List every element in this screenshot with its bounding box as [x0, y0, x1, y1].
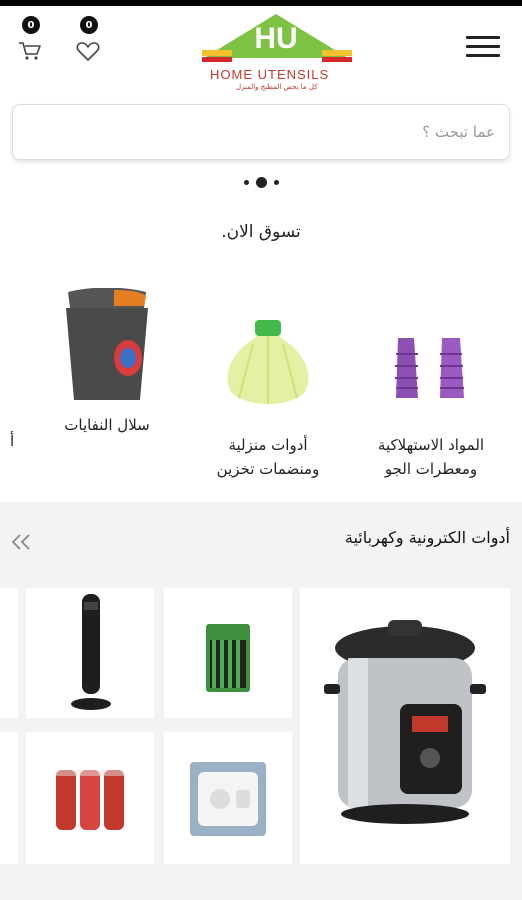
red-battery-pack-image: [56, 770, 124, 830]
carousel-indicator: [236, 175, 286, 189]
product-card-partial[interactable]: [0, 732, 18, 864]
green-battery-pack-image: [206, 624, 250, 692]
carousel-dot[interactable]: [243, 179, 249, 185]
category-consumables[interactable]: المواد الاستهلاكية ومعطرات الجو: [356, 280, 506, 490]
double-chevron-left-icon[interactable]: [10, 532, 32, 552]
product-card-pressure-cooker[interactable]: [300, 588, 510, 864]
carousel-dot-active[interactable]: [255, 176, 267, 188]
category-label: أدوات منزلية: [228, 436, 308, 454]
product-card-battery-green[interactable]: [164, 588, 292, 718]
category-label: المواد الاستهلاكية: [377, 436, 485, 454]
logo-house-icon: HU: [202, 14, 352, 62]
heart-icon: [76, 42, 100, 61]
svg-text:HU: HU: [254, 22, 297, 55]
product-card-partial[interactable]: [0, 588, 18, 718]
section-title: أدوات الكترونية وكهربائية: [344, 528, 510, 547]
category-label-partial[interactable]: أ: [10, 432, 14, 450]
storage-container-image: [227, 320, 309, 404]
menu-line-icon: [466, 36, 500, 39]
brand-logo[interactable]: HU HOME UTENSILS كل ما يخص المطبخ والمنز…: [196, 10, 356, 96]
product-card-tower-fan[interactable]: [26, 588, 154, 718]
app-header: 0 0 HU HOME UTENSILS كل ما يخص المطبخ وا…: [0, 6, 522, 98]
category-label: سلال النفايات: [64, 416, 150, 434]
purple-cups-image: [395, 338, 464, 398]
logo-text: HOME UTENSILS: [210, 67, 330, 82]
cart-count-badge: 0: [22, 16, 40, 34]
product-card-battery-red[interactable]: [26, 732, 154, 864]
cart-icon: [19, 42, 41, 60]
trash-bin-image: [66, 288, 148, 400]
carousel-dot[interactable]: [273, 179, 279, 185]
electronics-section: أدوات الكترونية وكهربائية: [0, 502, 522, 900]
logo-tagline: كل ما يخص المطبخ والمنزل: [236, 83, 318, 91]
wishlist-count-badge: 0: [80, 16, 98, 34]
search-input[interactable]: [13, 105, 509, 159]
category-trash-bins[interactable]: سلال النفايات: [32, 280, 182, 490]
shop-now-title: تسوق الان.: [221, 222, 301, 242]
power-adapter-image: [190, 762, 266, 836]
menu-line-icon: [466, 45, 500, 48]
wishlist-button[interactable]: 0: [72, 16, 106, 64]
menu-line-icon: [466, 54, 500, 57]
category-carousel: المواد الاستهلاكية ومعطرات الجو أدوات من…: [0, 280, 522, 490]
category-label: ومعطرات الجو: [384, 460, 478, 478]
section-header: أدوات الكترونية وكهربائية: [0, 502, 522, 582]
category-label: ومنضمات تخزين: [216, 460, 320, 478]
product-card-power-adapter[interactable]: [164, 732, 292, 864]
tower-fan-image: [71, 594, 111, 710]
hamburger-menu-button[interactable]: [466, 36, 500, 60]
cart-button[interactable]: 0: [14, 16, 48, 64]
category-home-tools[interactable]: أدوات منزلية ومنضمات تخزين: [193, 280, 343, 490]
search-bar: [12, 104, 510, 160]
pressure-cooker-image: [324, 620, 486, 824]
